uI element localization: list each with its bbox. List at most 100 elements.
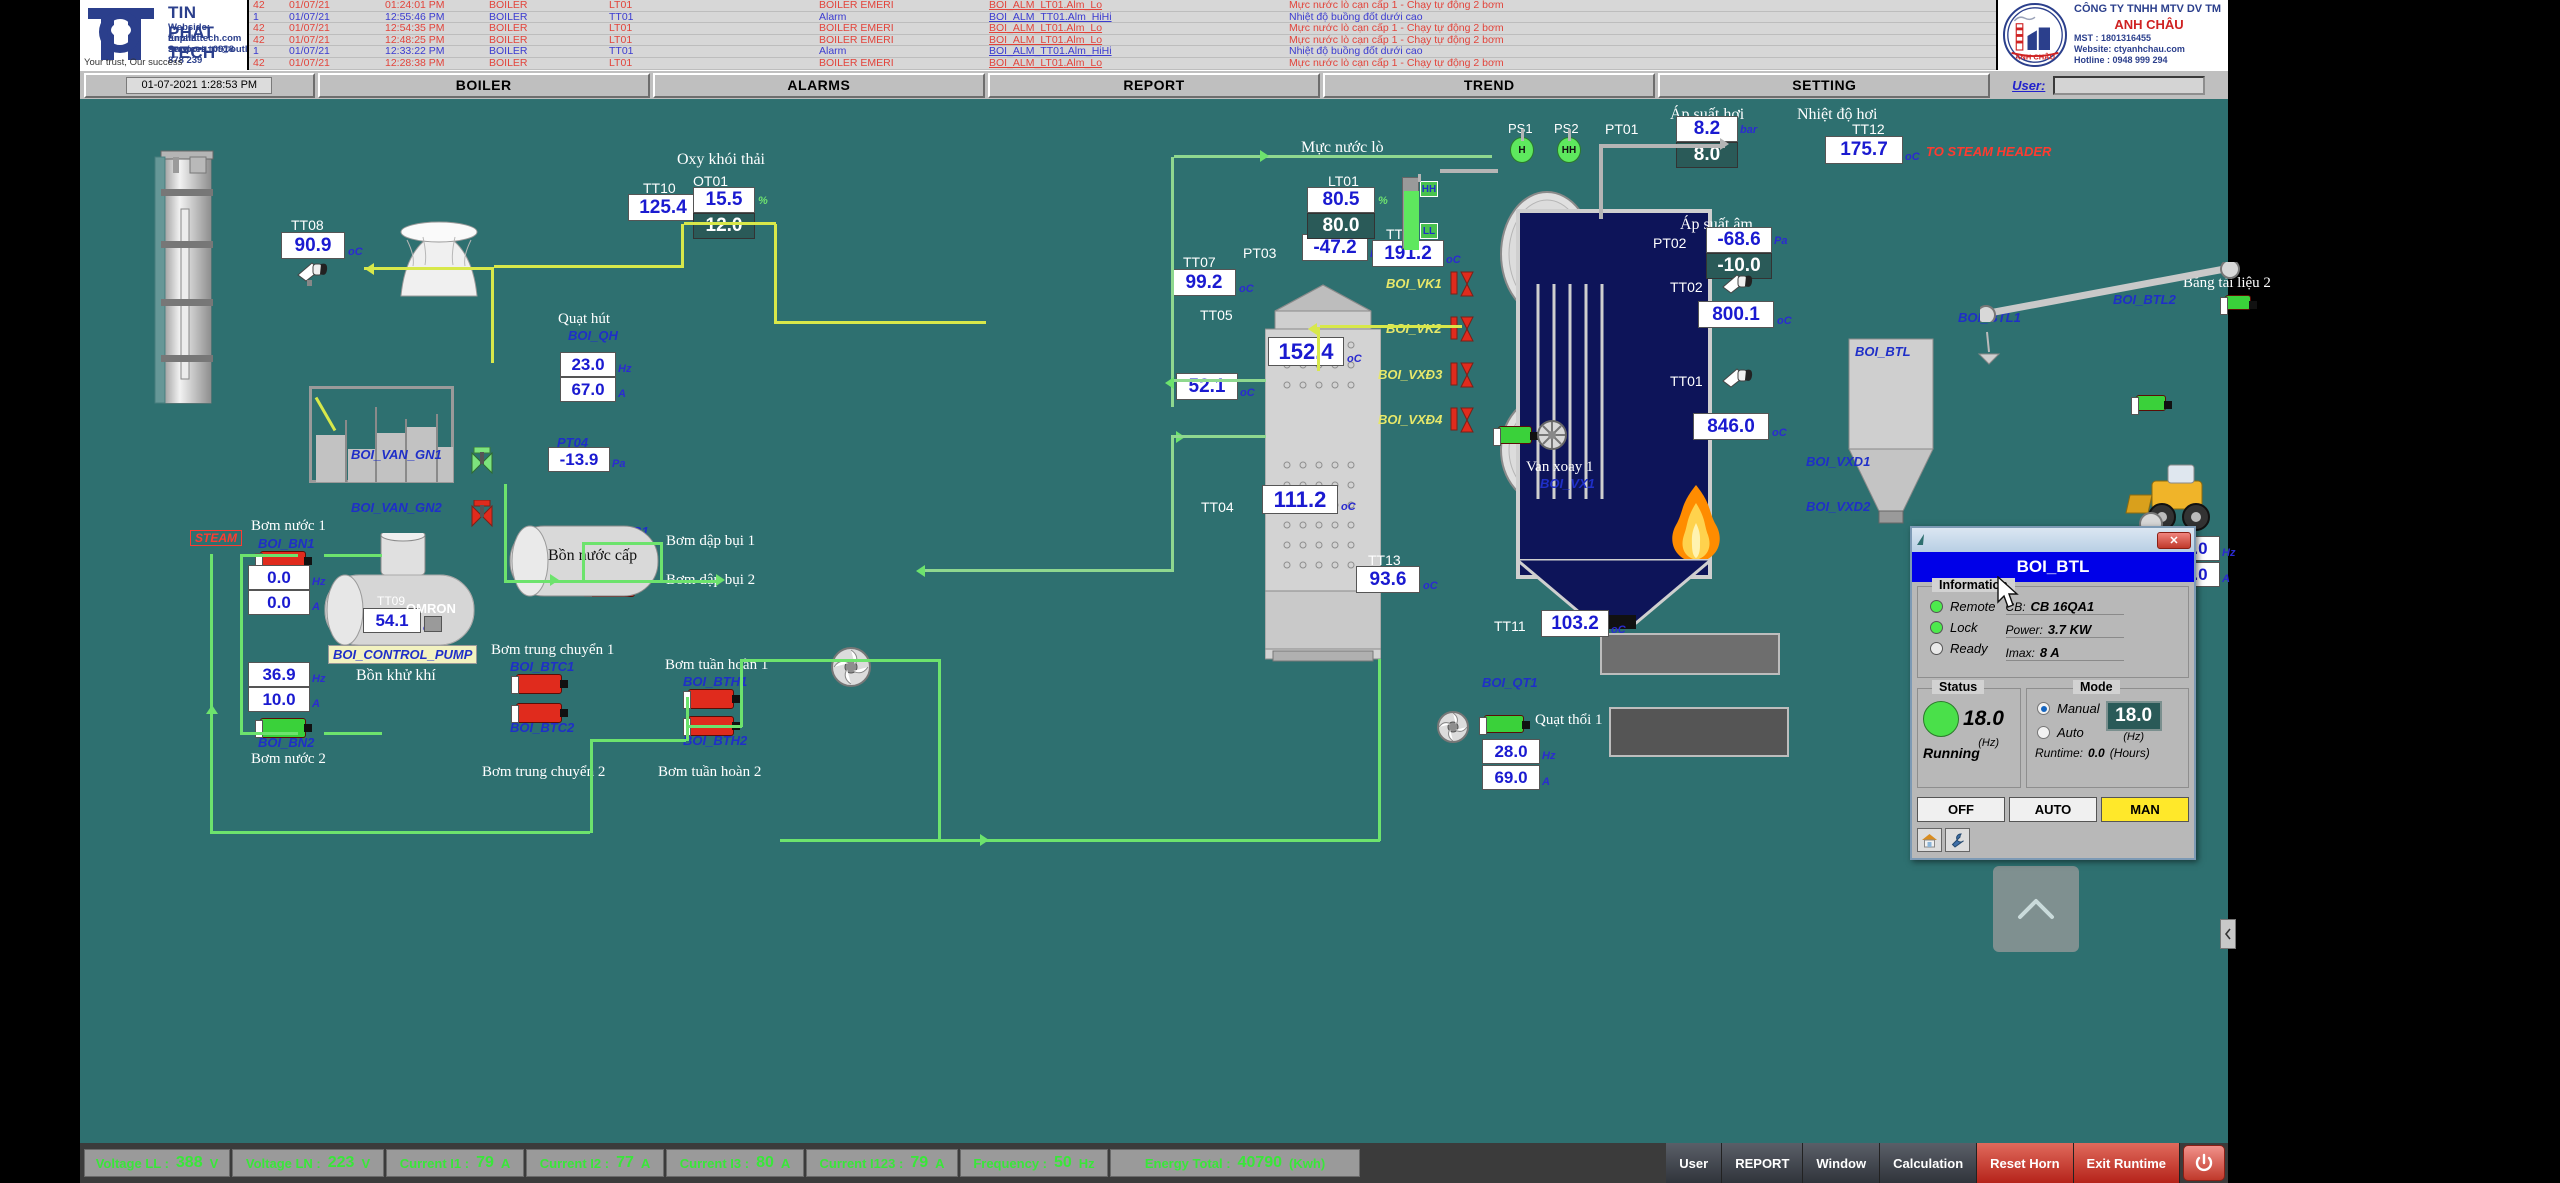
- forced-draft-fan-icon[interactable]: [1435, 709, 1471, 745]
- home-icon: [1922, 833, 1937, 847]
- tag-boi-vxd2[interactable]: BOI_VXD2: [1806, 499, 1870, 514]
- alarm-row[interactable]: 42 01/07/21 01:24:01 PM BOILER LT01 BOILER EM…: [249, 0, 1996, 12]
- pipe-feedwater-left: [240, 554, 243, 734]
- induced-draft-fan-icon[interactable]: [829, 645, 873, 689]
- user-label[interactable]: User:: [2012, 78, 2045, 93]
- nav-button-report[interactable]: REPORT: [987, 72, 1321, 98]
- dialog-titlebar[interactable]: ✕: [1912, 528, 2194, 552]
- alarm-cell-msg: Mực nước lò cạn cấp 1 - Chạy tự động 2 b…: [1289, 23, 1504, 34]
- mode-radio-auto[interactable]: Auto: [2037, 725, 2100, 740]
- alarm-cell-id: 42: [253, 57, 265, 69]
- instrument-unit-pt01: bar: [1740, 124, 1758, 136]
- valve-boi-vxd4-icon[interactable]: [1450, 405, 1476, 435]
- alarm-row[interactable]: 42 01/07/21 12:54:35 PM BOILER LT01 BOILER EM…: [249, 23, 1996, 35]
- title-oxy-khoi-thai: Oxy khói thải: [677, 151, 765, 168]
- off-button[interactable]: OFF: [1917, 797, 2005, 822]
- alarm-row[interactable]: 42 01/07/21 12:28:38 PM BOILER LT01 BOILER EM…: [249, 58, 1996, 70]
- alarm-cell-almtag: BOI_ALM_LT01.Alm_Lo: [989, 0, 1103, 11]
- valve-boi-van-gn2-icon[interactable]: [468, 500, 496, 528]
- sysbutton-calculation[interactable]: Calculation: [1880, 1143, 1978, 1183]
- meter-unit: V: [361, 1155, 371, 1171]
- tag-boi-vk1[interactable]: BOI_VK1: [1386, 276, 1442, 291]
- sysbutton-exit-runtime[interactable]: Exit Runtime: [2073, 1143, 2180, 1183]
- instrument-value-tt04: 111.2: [1262, 485, 1338, 514]
- label-bon-khu-khi: Bồn khử khí: [356, 667, 436, 684]
- tag-boi-qh[interactable]: BOI_QH: [568, 328, 618, 343]
- tag-boi-btc1[interactable]: BOI_BTC1: [510, 659, 574, 674]
- company-logo-right: ANH CHÂU CÔNG TY TNHH MTV DV TM ANH CHÂU…: [1996, 0, 2228, 70]
- tag-boi-vk2[interactable]: BOI_VK2: [1386, 321, 1442, 336]
- instrument-value-tt05: 152.4: [1268, 337, 1344, 366]
- dialog-led-rem: Remote: [1930, 599, 1996, 614]
- tag-boi-vxd1[interactable]: BOI_VXD1: [1806, 454, 1870, 469]
- dialog-close-button[interactable]: ✕: [2157, 531, 2191, 549]
- meter-unit: (Kwh): [1289, 1155, 1326, 1171]
- tag-boi-bth1[interactable]: BOI_BTH1: [683, 674, 747, 689]
- nav-button-trend[interactable]: TREND: [1323, 72, 1656, 98]
- valve-boi-van-gn1-icon[interactable]: [468, 447, 496, 475]
- nav-button-boiler[interactable]: BOILER: [317, 72, 650, 98]
- home-button[interactable]: [1917, 828, 1942, 852]
- sysbutton-report[interactable]: REPORT: [1722, 1143, 1804, 1183]
- nav-button-alarms[interactable]: ALARMS: [652, 72, 985, 98]
- dialog-field-imax: Imax: 8 A: [2005, 645, 2124, 661]
- deaerator-indicator: [424, 616, 442, 632]
- tag-boi-vx1[interactable]: BOI_VX1: [1540, 476, 1595, 491]
- tag-boi-vxd4[interactable]: BOI_VXĐ4: [1378, 412, 1442, 427]
- grate-conveyor: [1600, 633, 1780, 675]
- alarm-row[interactable]: 1 01/07/21 12:33:22 PM BOILER TT01 Alarm BOI_A…: [249, 46, 1996, 58]
- power-button[interactable]: [2183, 1145, 2225, 1181]
- alarm-cell-time: 12:55:46 PM: [385, 11, 445, 23]
- auto-button[interactable]: AUTO: [2009, 797, 2097, 822]
- company-slogan: Your trust, Our success: [84, 57, 183, 68]
- mode-setpoint-value[interactable]: 18.0: [2105, 701, 2162, 731]
- manual-radio-icon[interactable]: [2037, 702, 2050, 715]
- tag-boi-bn2[interactable]: BOI_BN2: [258, 735, 314, 750]
- runtime-value: 0.0: [2088, 746, 2105, 760]
- auto-radio-icon[interactable]: [2037, 726, 2050, 739]
- conveyor-drive-btl2[interactable]: [2220, 295, 2257, 315]
- mode-radio-manual[interactable]: Manual: [2037, 701, 2100, 716]
- pump-boi-bth1[interactable]: [683, 689, 740, 709]
- belt-motor-indicator[interactable]: [2131, 395, 2172, 415]
- rotary-valve-boi-vx1[interactable]: [1493, 426, 1538, 446]
- tag-boi-bn1[interactable]: BOI_BN1: [258, 536, 314, 551]
- alarm-row[interactable]: 1 01/07/21 12:55:46 PM BOILER TT01 Alarm BOI_A…: [249, 12, 1996, 24]
- company-type-right: CÔNG TY TNHH MTV DV TM: [2074, 3, 2222, 15]
- tag-boi-bth2[interactable]: BOI_BTH2: [683, 733, 747, 748]
- ready-label: Ready: [1950, 641, 1988, 656]
- sysbutton-reset-horn[interactable]: Reset Horn: [1977, 1143, 2074, 1183]
- valve-boi-vk1-icon[interactable]: [1450, 269, 1476, 299]
- dialog-status-group: Status 18.0 (Hz) Running: [1917, 680, 2021, 788]
- tag-boi-btl[interactable]: BOI_BTL: [1855, 344, 1911, 359]
- navigation-bar: 01-07-2021 1:28:53 PM BOILER ALARMS REPO…: [80, 70, 2228, 99]
- instrument-setpoint-lt01[interactable]: 80.0: [1307, 213, 1375, 239]
- instrument-setpoint-ot01[interactable]: 12.0: [693, 213, 755, 239]
- alarm-cell-time: 12:28:38 PM: [385, 57, 445, 69]
- nav-button-setting[interactable]: SETTING: [1658, 72, 1991, 98]
- side-panel-tab[interactable]: [2220, 919, 2236, 949]
- tag-boi-vxd3[interactable]: BOI_VXĐ3: [1378, 367, 1442, 382]
- meter-energy-total: Energy Total : 40790 (Kwh): [1110, 1149, 1360, 1177]
- alarm-cell-almtag: BOI_ALM_LT01.Alm_Lo: [989, 23, 1103, 34]
- man-button[interactable]: MAN: [2101, 797, 2189, 822]
- mode-setpoint-unit: (Hz): [2123, 731, 2145, 743]
- dialog-field-cb: CB: CB 16QA1: [2005, 599, 2124, 615]
- alarm-summary-table[interactable]: 42 01/07/21 01:24:01 PM BOILER LT01 BOILER EM…: [249, 0, 1996, 70]
- alarm-row[interactable]: 42 01/07/21 12:48:25 PM BOILER LT01 BOILER EM…: [249, 35, 1996, 47]
- tag-boi-qt1[interactable]: BOI_QT1: [1482, 675, 1538, 690]
- valve-boi-vk2-icon[interactable]: [1450, 314, 1476, 344]
- motor-control-dialog[interactable]: ✕ BOI_BTL Information Remote Lock Ready …: [1910, 526, 2196, 860]
- scroll-up-button[interactable]: [1993, 866, 2079, 952]
- tag-boi-van-gn2[interactable]: BOI_VAN_GN2: [351, 500, 442, 515]
- instrument-label-tt11: TT11: [1494, 618, 1526, 634]
- tag-boi-btc2[interactable]: BOI_BTC2: [510, 720, 574, 735]
- valve-boi-vxd3-icon[interactable]: [1450, 360, 1476, 390]
- sysbutton-user[interactable]: User: [1666, 1143, 1723, 1183]
- user-input[interactable]: [2053, 75, 2206, 95]
- damper-boi-qt1[interactable]: [1479, 715, 1530, 735]
- tag-boi-van-gn1[interactable]: BOI_VAN_GN1: [351, 447, 442, 462]
- pump-boi-btc1[interactable]: [511, 674, 568, 694]
- sysbutton-window[interactable]: Window: [1803, 1143, 1881, 1183]
- settings-button[interactable]: [1945, 828, 1970, 852]
